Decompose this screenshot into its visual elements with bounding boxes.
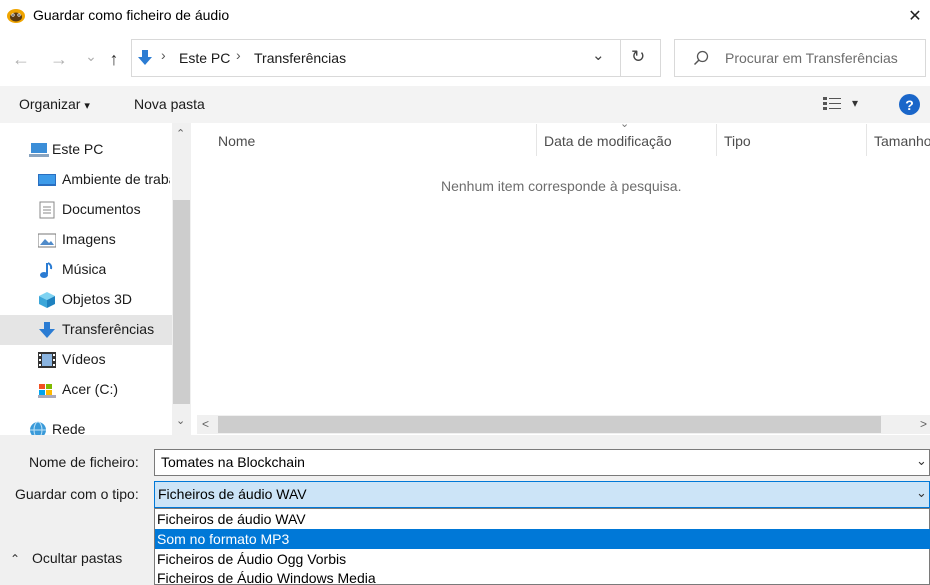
sidebar-item-videos[interactable]: Vídeos [0,345,172,375]
sort-indicator-icon: ⌄ [620,118,630,130]
column-header-data[interactable]: Data de modificação [544,133,672,149]
column-header-tipo[interactable]: Tipo [724,133,751,149]
view-options-icon[interactable] [823,97,841,111]
documents-icon [38,201,56,219]
organize-menu-button[interactable]: Organizar ▾ [19,96,90,112]
downloads-icon [38,321,56,339]
computer-icon [29,141,49,159]
forward-arrow-icon: → [50,48,68,69]
chevron-down-icon: ⌄ [85,47,97,64]
sidebar-item-imagens[interactable]: Imagens [0,225,172,255]
back-button[interactable]: ← [8,45,34,73]
column-header-tamanho[interactable]: Tamanho [874,133,930,149]
scroll-up-icon[interactable]: ⌃ [176,127,185,140]
chevron-up-icon: ⌃ [10,552,21,566]
file-type-option-wav[interactable]: Ficheiros de áudio WAV [155,509,930,529]
sidebar-item-acer-c[interactable]: Acer (C:) [0,375,172,405]
sidebar-item-musica[interactable]: Música [0,255,172,285]
filename-dropdown-icon[interactable]: ⌄ [916,453,927,469]
sidebar-label: Acer (C:) [62,381,118,397]
file-type-label: Guardar com o tipo: [15,486,139,502]
new-folder-button[interactable]: Nova pasta [134,96,205,112]
up-arrow-icon: ↑ [109,48,119,69]
sidebar-label: Ambiente de trabalho [62,171,170,187]
help-icon: ? [905,96,914,113]
column-divider [866,124,867,156]
help-button[interactable]: ? [899,94,920,115]
column-divider [536,124,537,156]
forward-button[interactable]: → [46,45,72,73]
sidebar-label: Música [62,261,107,277]
drive-icon [38,381,56,399]
address-history-dropdown[interactable]: ⌄ [592,46,605,64]
sidebar-label: Objetos 3D [62,291,133,307]
close-icon: ✕ [908,8,922,25]
hide-folders-label: Ocultar pastas [31,550,123,566]
sidebar-label: Imagens [62,231,116,247]
desktop-icon [38,171,56,189]
window-title: Guardar como ficheiro de áudio [33,7,230,23]
sidebar-item-este-pc[interactable]: Este PC [0,135,172,165]
audacity-icon [6,6,26,24]
sidebar-item-documentos[interactable]: Documentos [0,195,172,225]
up-button[interactable]: ↑ [101,45,127,73]
back-arrow-icon: ← [12,48,30,69]
sidebar-item-transferencias[interactable]: Transferências [0,315,172,345]
downloads-icon [137,49,153,67]
breadcrumb-separator-icon: › [236,47,241,63]
close-button[interactable]: ✕ [900,0,930,32]
hide-folders-button[interactable]: ⌃ Ocultar pastas [10,550,122,566]
empty-message: Nenhum item corresponde à pesquisa. [441,178,682,194]
objects-3d-icon [38,291,56,309]
scroll-down-icon[interactable]: ⌄ [176,414,185,427]
save-audio-dialog: Guardar como ficheiro de áudio ✕ ← → ⌄ ↑… [0,0,930,585]
search-input[interactable]: Procurar em Transferências [725,50,898,66]
file-type-option-mp3[interactable]: Som no formato MP3 [155,529,930,549]
address-divider [620,39,621,77]
breadcrumb-este-pc[interactable]: Este PC [179,50,230,66]
music-icon [38,261,56,279]
search-icon [693,50,709,66]
file-type-value: Ficheiros de áudio WAV [158,486,307,502]
content-scroll-thumb[interactable] [218,416,881,433]
column-header-nome[interactable]: Nome [218,133,255,149]
filename-value[interactable]: Tomates na Blockchain [161,454,305,470]
file-type-option-ogg[interactable]: Ficheiros de Áudio Ogg Vorbis [155,549,930,569]
scroll-left-icon[interactable]: < [202,417,209,431]
breadcrumb-separator-icon: › [161,47,166,63]
sidebar-scroll-thumb[interactable] [173,200,190,404]
sidebar-item-desktop[interactable]: Ambiente de trabalho [0,165,172,195]
breadcrumb-transferencias[interactable]: Transferências [254,50,346,66]
refresh-icon[interactable]: ↻ [631,47,645,67]
caret-down-icon: ▾ [84,100,90,112]
sidebar-label: Vídeos [62,351,106,367]
sidebar-label: Transferências [62,321,155,337]
sidebar-item-objetos-3d[interactable]: Objetos 3D [0,285,172,315]
pictures-icon [37,231,57,249]
view-dropdown-icon[interactable]: ▾ [852,96,858,110]
sidebar-label: Documentos [62,201,141,217]
column-divider [716,124,717,156]
file-type-dropdown-icon[interactable]: ⌄ [916,485,927,501]
file-type-option-wma[interactable]: Ficheiros de Áudio Windows Media [155,568,930,585]
organize-label: Organizar [19,96,81,112]
videos-icon [38,351,56,369]
scroll-right-icon[interactable]: > [920,417,927,431]
filename-label: Nome de ficheiro: [29,454,139,470]
sidebar-label: Este PC [52,141,104,157]
